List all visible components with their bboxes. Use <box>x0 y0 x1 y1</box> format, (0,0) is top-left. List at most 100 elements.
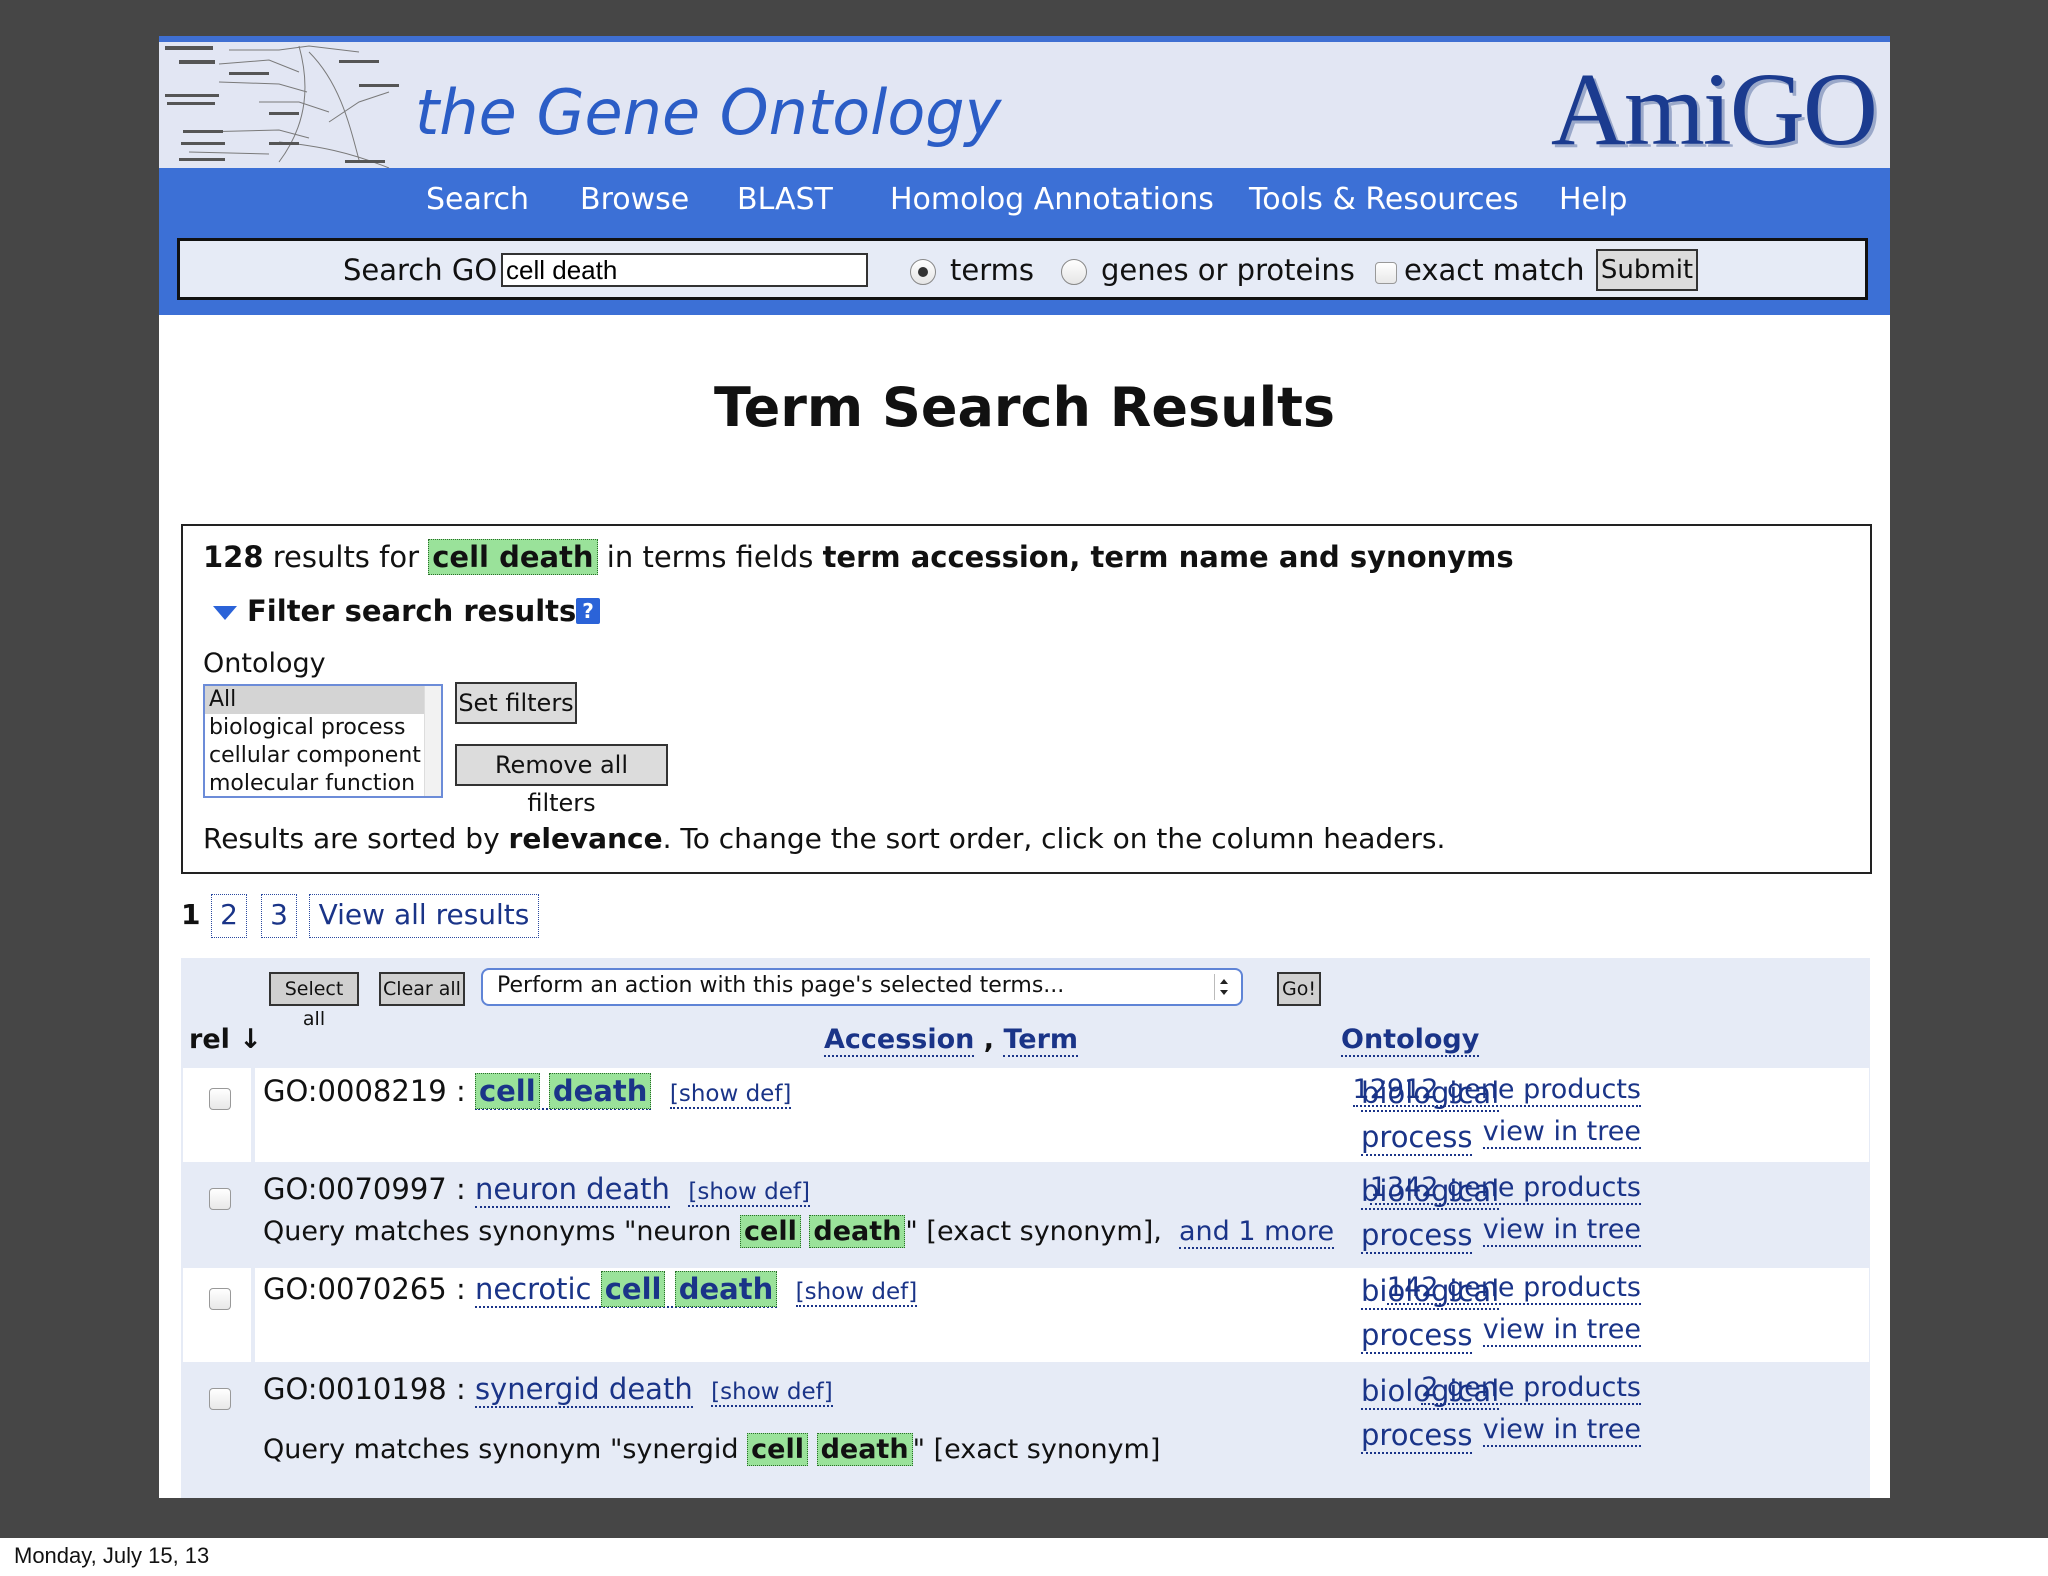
search-fields: term accession, term name and synonyms <box>822 540 1514 574</box>
ontology-option-all[interactable]: All <box>205 686 441 714</box>
exact-match-checkbox[interactable] <box>1375 262 1397 284</box>
search-bar: Search GO terms genes or proteins exact … <box>177 238 1868 300</box>
view-in-tree-link[interactable]: view in tree <box>1482 1414 1641 1447</box>
query-highlight: cell death <box>428 539 598 575</box>
term-link[interactable]: synergid death <box>474 1372 693 1408</box>
col-ontology-link[interactable]: Ontology <box>1341 1024 1480 1057</box>
col-accession-link[interactable]: Accession <box>824 1024 975 1057</box>
ontology-link[interactable]: process <box>1361 1318 1473 1354</box>
term-link[interactable]: necrotic cell death <box>474 1271 778 1308</box>
table-row: GO:0070997 : neuron death [show def] Que… <box>183 1168 1869 1264</box>
nav-search[interactable]: Search <box>426 182 529 217</box>
result-count: 128 <box>203 540 264 574</box>
nav-blast[interactable]: BLAST <box>737 182 833 217</box>
col-term-link[interactable]: Term <box>1003 1024 1079 1057</box>
accession-id: GO:0070265 <box>263 1272 447 1306</box>
ontology-option-cellular-component[interactable]: cellular component <box>205 742 441 770</box>
row-checkbox-cell <box>183 1368 251 1498</box>
term-highlight: cell <box>474 1073 540 1109</box>
row-accession-term: GO:0070997 : neuron death [show def] <box>263 1172 810 1208</box>
ontology-link[interactable]: process <box>1361 1120 1473 1156</box>
accession-id: GO:0010198 <box>263 1372 447 1406</box>
view-in-tree-link[interactable]: view in tree <box>1482 1314 1641 1347</box>
radio-genes-label: genes or proteins <box>1101 253 1355 287</box>
search-summary-box: 128 results for cell death in terms fiel… <box>181 524 1872 874</box>
submit-button[interactable]: Submit <box>1596 249 1698 291</box>
show-def-link[interactable]: [show def] <box>688 1179 810 1207</box>
search-input[interactable] <box>501 253 868 287</box>
nav-homolog-annotations[interactable]: Homolog Annotations <box>890 182 1214 217</box>
accession-sep: : <box>455 1372 466 1406</box>
sort-info: Results are sorted by relevance. To chan… <box>203 822 1445 855</box>
amigo-logo[interactable]: AmiGO <box>1551 50 1878 168</box>
page-link-2[interactable]: 2 <box>211 894 247 938</box>
page-title: Term Search Results <box>713 376 1336 439</box>
nav-tools-resources[interactable]: Tools & Resources <box>1249 182 1519 217</box>
nav-help[interactable]: Help <box>1559 182 1627 217</box>
amigo-page: the Gene Ontology AmiGO Search Browse BL… <box>159 36 1890 1498</box>
term-highlight: death <box>674 1271 778 1307</box>
nav-browse[interactable]: Browse <box>580 182 689 217</box>
select-all-button[interactable]: Select all <box>269 972 359 1030</box>
set-filters-button[interactable]: Set filters <box>455 682 577 724</box>
show-def-link[interactable]: [show def] <box>711 1379 833 1407</box>
accession-sep: : <box>455 1272 466 1306</box>
help-icon[interactable]: ? <box>576 598 600 624</box>
ontology-option-molecular-function[interactable]: molecular function <box>205 770 441 796</box>
row-checkbox[interactable] <box>209 1188 231 1210</box>
view-in-tree-link[interactable]: view in tree <box>1482 1214 1641 1247</box>
and-more-link[interactable]: and 1 more <box>1179 1216 1335 1249</box>
synonym-post: " [exact synonym], <box>905 1216 1162 1247</box>
row-checkbox-cell <box>183 1068 255 1162</box>
view-all-results-link[interactable]: View all results <box>309 894 539 938</box>
show-def-link[interactable]: [show def] <box>669 1081 792 1109</box>
sort-info-pre: Results are sorted by <box>203 822 500 855</box>
term-highlight: death <box>548 1073 652 1109</box>
radio-terms[interactable] <box>910 259 936 285</box>
synonym-post: " [exact synonym] <box>912 1434 1161 1465</box>
ontology-option-biological-process[interactable]: biological process <box>205 714 441 742</box>
synonym-pre: Query matches synonyms "neuron <box>263 1216 732 1247</box>
action-select[interactable]: Perform an action with this page's selec… <box>481 968 1243 1006</box>
ontology-link[interactable]: biological <box>1361 1274 1500 1310</box>
term-link[interactable]: cell death <box>474 1073 652 1110</box>
ontology-link[interactable]: process <box>1361 1418 1473 1454</box>
go-button[interactable]: Go! <box>1277 972 1321 1006</box>
ontology-link[interactable]: biological <box>1361 1076 1500 1112</box>
collapse-triangle-icon[interactable] <box>213 606 237 620</box>
row-accession-term: GO:0070265 : necrotic cell death [show d… <box>263 1271 918 1308</box>
row-checkbox-cell <box>183 1268 255 1362</box>
sort-key: relevance <box>508 822 663 855</box>
radio-genes-proteins[interactable] <box>1061 259 1087 285</box>
page-link-3[interactable]: 3 <box>261 894 297 938</box>
site-title[interactable]: the Gene Ontology <box>415 76 1001 149</box>
slide-date: Monday, July 15, 13 <box>14 1543 210 1568</box>
ontology-link[interactable]: biological <box>1361 1374 1500 1410</box>
accession-sep: : <box>455 1172 466 1206</box>
ontology-tree-graphic <box>165 45 399 168</box>
accession-id: GO:0070997 <box>263 1172 447 1206</box>
clear-all-button[interactable]: Clear all <box>379 972 465 1006</box>
ontology-listbox[interactable]: All biological process cellular componen… <box>203 684 443 798</box>
listbox-scrollbar[interactable] <box>424 686 441 796</box>
view-in-tree-link[interactable]: view in tree <box>1482 1116 1641 1149</box>
row-checkbox[interactable] <box>209 1288 231 1310</box>
synonym-match: Query matches synonym "synergid cell dea… <box>263 1433 1161 1466</box>
col-rel[interactable]: rel ↓ <box>189 1024 262 1055</box>
ontology-link[interactable]: process <box>1361 1218 1473 1254</box>
row-checkbox[interactable] <box>209 1088 231 1110</box>
term-link[interactable]: neuron death <box>474 1172 670 1208</box>
action-select-value: Perform an action with this page's selec… <box>497 973 1065 998</box>
ontology-label: Ontology <box>203 648 326 679</box>
table-row: GO:0008219 : cell death [show def] 12912… <box>183 1068 1869 1162</box>
ontology-link[interactable]: biological <box>1361 1174 1500 1210</box>
synonym-match: Query matches synonyms "neuron cell deat… <box>263 1215 1335 1249</box>
site-header: the Gene Ontology AmiGO <box>159 36 1890 168</box>
filter-heading[interactable]: Filter search results <box>247 594 576 628</box>
row-checkbox[interactable] <box>209 1388 231 1410</box>
search-label: Search GO <box>343 253 498 287</box>
show-def-link[interactable]: [show def] <box>795 1279 918 1307</box>
synonym-highlight: death <box>809 1215 906 1248</box>
remove-all-filters-button[interactable]: Remove all filters <box>455 744 668 817</box>
sort-info-post: . To change the sort order, click on the… <box>662 822 1446 855</box>
